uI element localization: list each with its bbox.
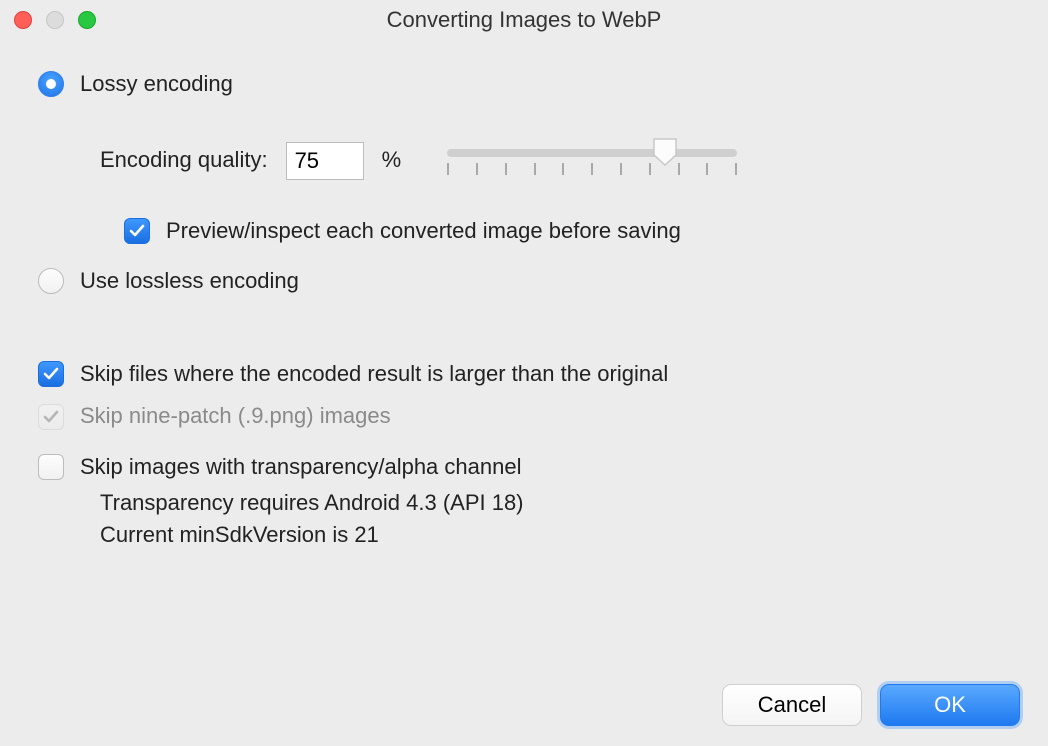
skip-alpha-option[interactable]: Skip images with transparency/alpha chan… <box>38 453 1010 482</box>
skip-ninepatch-label: Skip nine-patch (.9.png) images <box>80 402 391 431</box>
preview-before-saving-label: Preview/inspect each converted image bef… <box>166 217 681 246</box>
titlebar: Converting Images to WebP <box>0 0 1048 40</box>
cancel-button[interactable]: Cancel <box>722 684 862 726</box>
encoding-quality-row: Encoding quality: % <box>38 141 1010 181</box>
checkbox-disabled-checked-icon <box>38 404 64 430</box>
window-title: Converting Images to WebP <box>0 7 1048 33</box>
encoding-quality-slider[interactable] <box>447 141 737 181</box>
alpha-note-minSdk: Current minSdkVersion is 21 <box>38 522 1010 548</box>
ok-button[interactable]: OK <box>880 684 1020 726</box>
dialog-content: Lossy encoding Encoding quality: % Previ… <box>0 40 1048 548</box>
radio-selected-icon <box>38 71 64 97</box>
dialog-footer: Cancel OK <box>722 684 1020 726</box>
lossy-encoding-label: Lossy encoding <box>80 70 233 99</box>
encoding-quality-label: Encoding quality: <box>100 146 268 175</box>
lossless-encoding-option[interactable]: Use lossless encoding <box>38 267 1010 296</box>
radio-unselected-icon <box>38 268 64 294</box>
checkbox-unchecked-icon <box>38 454 64 480</box>
slider-track <box>447 149 737 157</box>
lossy-encoding-option[interactable]: Lossy encoding <box>38 70 1010 99</box>
preview-before-saving-option[interactable]: Preview/inspect each converted image bef… <box>38 217 1010 246</box>
skip-larger-label: Skip files where the encoded result is l… <box>80 360 668 389</box>
checkbox-checked-icon <box>38 361 64 387</box>
alpha-note-api: Transparency requires Android 4.3 (API 1… <box>38 490 1010 516</box>
skip-larger-option[interactable]: Skip files where the encoded result is l… <box>38 360 1010 389</box>
encoding-quality-unit: % <box>382 146 402 175</box>
slider-thumb-icon[interactable] <box>652 137 678 167</box>
slider-ticks <box>447 163 737 175</box>
skip-alpha-label: Skip images with transparency/alpha chan… <box>80 453 521 482</box>
lossless-encoding-label: Use lossless encoding <box>80 267 299 296</box>
skip-ninepatch-option: Skip nine-patch (.9.png) images <box>38 402 1010 431</box>
encoding-quality-input[interactable] <box>286 142 364 180</box>
checkbox-checked-icon <box>124 218 150 244</box>
